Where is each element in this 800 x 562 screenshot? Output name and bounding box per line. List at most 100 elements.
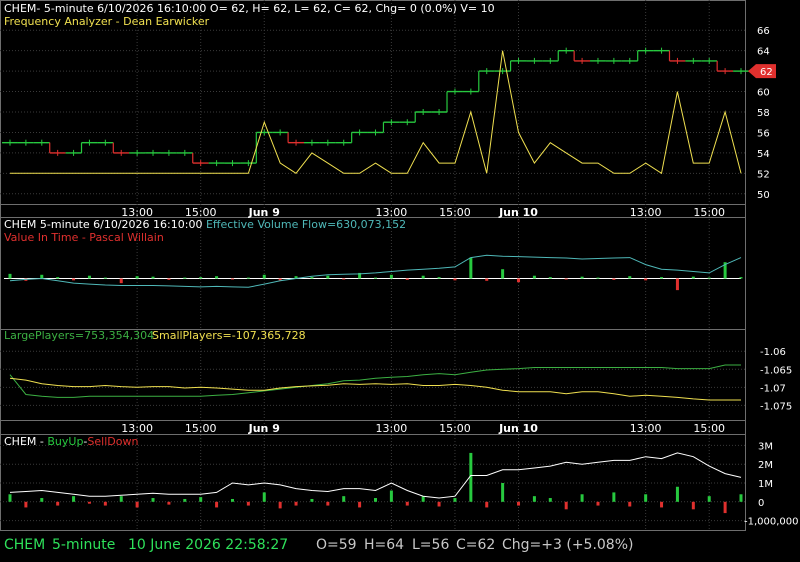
- vit-bar[interactable]: [56, 277, 60, 279]
- buyup-selldown-bar[interactable]: [405, 501, 409, 506]
- vit-bar[interactable]: [660, 277, 664, 279]
- buyup-selldown-bar[interactable]: [8, 494, 12, 502]
- vit-bar[interactable]: [135, 276, 139, 279]
- buyup-selldown-bar[interactable]: [612, 492, 616, 502]
- vit-bar[interactable]: [199, 277, 203, 279]
- vit-bar[interactable]: [87, 275, 91, 279]
- buyup-selldown-bar[interactable]: [628, 501, 632, 507]
- buyup-selldown-bar[interactable]: [230, 498, 234, 502]
- vit-bar[interactable]: [564, 278, 568, 280]
- buyup-selldown-bar[interactable]: [40, 498, 44, 502]
- buyup-selldown-bar[interactable]: [310, 498, 314, 502]
- large-players-line[interactable]: [9, 364, 741, 398]
- vit-bar[interactable]: [310, 277, 314, 279]
- buyup-selldown-bar[interactable]: [564, 501, 568, 510]
- vit-bar[interactable]: [739, 277, 743, 279]
- buyup-selldown-bar[interactable]: [453, 498, 457, 502]
- players-panel[interactable]: [9, 364, 741, 401]
- buyup-selldown-bar[interactable]: [342, 496, 346, 502]
- vit-bar[interactable]: [215, 276, 219, 279]
- buyup-selldown-bar[interactable]: [723, 501, 727, 514]
- buyup-selldown-bar[interactable]: [596, 501, 600, 506]
- buyup-selldown-bar[interactable]: [24, 501, 28, 508]
- vit-bar[interactable]: [517, 278, 521, 283]
- vit-bar[interactable]: [8, 273, 12, 279]
- buyup-selldown-bar[interactable]: [739, 494, 743, 502]
- buyup-selldown-bar[interactable]: [358, 501, 362, 508]
- volume-flow-panel[interactable]: [4, 254, 743, 291]
- vit-bar[interactable]: [437, 277, 441, 279]
- buyup-selldown-bar[interactable]: [215, 501, 219, 508]
- x-tick-label: 15:00: [185, 422, 217, 435]
- buyup-selldown-bar[interactable]: [437, 501, 441, 507]
- buyup-selldown-bar[interactable]: [262, 492, 266, 502]
- vit-bar[interactable]: [230, 278, 234, 280]
- buyup-selldown-bar[interactable]: [675, 486, 679, 502]
- buyup-selldown-bar[interactable]: [517, 501, 521, 506]
- buyup-selldown-bar[interactable]: [485, 501, 489, 508]
- cumulative-line[interactable]: [9, 452, 742, 499]
- vit-bar[interactable]: [612, 278, 616, 280]
- buyup-selldown-bar[interactable]: [326, 501, 330, 506]
- buyup-selldown-bar[interactable]: [72, 496, 76, 502]
- vit-bar[interactable]: [501, 269, 505, 279]
- buyup-selldown-bar[interactable]: [644, 494, 648, 502]
- chart-canvas[interactable]: 13:00 15:00 Jun 9 13:00 15:00 Jun 10 13:00 15:0…: [0, 0, 800, 562]
- buyup-selldown-bar[interactable]: [501, 483, 505, 502]
- buyup-selldown-bar[interactable]: [421, 496, 425, 502]
- vit-bar[interactable]: [675, 278, 679, 291]
- buyup-selldown-bar[interactable]: [246, 501, 250, 506]
- vit-bar[interactable]: [580, 276, 584, 279]
- buyup-selldown-bar[interactable]: [294, 501, 298, 506]
- vit-bar[interactable]: [707, 277, 711, 279]
- buyup-selldown-bar[interactable]: [707, 496, 711, 502]
- buyup-selldown-bar[interactable]: [167, 501, 171, 505]
- buyup-selldown-bar[interactable]: [56, 501, 60, 506]
- vit-bar[interactable]: [278, 278, 282, 281]
- vit-bar[interactable]: [72, 278, 76, 281]
- vit-bar[interactable]: [262, 274, 266, 279]
- buyup-selldown-bar[interactable]: [135, 501, 139, 508]
- vit-bar[interactable]: [548, 277, 552, 279]
- vit-bar[interactable]: [691, 276, 695, 279]
- vit-bar[interactable]: [644, 278, 648, 281]
- vit-bar[interactable]: [167, 278, 171, 280]
- buyup-selldown-bar[interactable]: [691, 501, 695, 510]
- vit-bar[interactable]: [421, 275, 425, 279]
- vit-bar[interactable]: [40, 274, 44, 279]
- buyup-selldown-bar[interactable]: [87, 501, 91, 504]
- vit-bar[interactable]: [469, 257, 473, 279]
- vit-bar[interactable]: [596, 277, 600, 279]
- buyup-selldown-bar[interactable]: [532, 496, 536, 502]
- buyup-selldown-bar[interactable]: [548, 498, 552, 502]
- price-panel[interactable]: [2, 47, 749, 175]
- buyup-selldown-bar[interactable]: [183, 498, 187, 502]
- vit-bar[interactable]: [485, 278, 489, 281]
- vit-bar[interactable]: [453, 278, 457, 281]
- buyup-selldown-bar[interactable]: [278, 501, 282, 509]
- vit-bar[interactable]: [628, 276, 632, 279]
- buyup-selldown-bar[interactable]: [103, 501, 107, 506]
- vit-bar[interactable]: [389, 274, 393, 279]
- evf-line[interactable]: [9, 254, 742, 288]
- buyup-selldown-bar[interactable]: [119, 496, 123, 502]
- vit-bar[interactable]: [119, 278, 123, 284]
- status-low: L=56: [412, 537, 450, 553]
- vit-bar[interactable]: [151, 276, 155, 279]
- buyup-selldown-bar[interactable]: [374, 498, 377, 502]
- buyup-selldown-bar[interactable]: [151, 498, 155, 502]
- y-tick-label: 54: [757, 149, 770, 160]
- vit-bar[interactable]: [342, 278, 346, 280]
- vit-bar[interactable]: [532, 275, 536, 279]
- vit-bar[interactable]: [103, 277, 107, 279]
- vit-bar[interactable]: [246, 277, 250, 279]
- y-tick-label: 66: [757, 26, 770, 37]
- buyup-selldown-bar[interactable]: [389, 490, 393, 502]
- vit-bar[interactable]: [183, 277, 187, 279]
- buyup-selldown-bar[interactable]: [580, 494, 584, 502]
- vit-bar[interactable]: [326, 275, 330, 279]
- buyup-selldown-bar[interactable]: [660, 501, 664, 508]
- vit-bar[interactable]: [405, 278, 409, 280]
- buyup-selldown-bar[interactable]: [199, 497, 203, 502]
- vit-bar[interactable]: [374, 277, 377, 279]
